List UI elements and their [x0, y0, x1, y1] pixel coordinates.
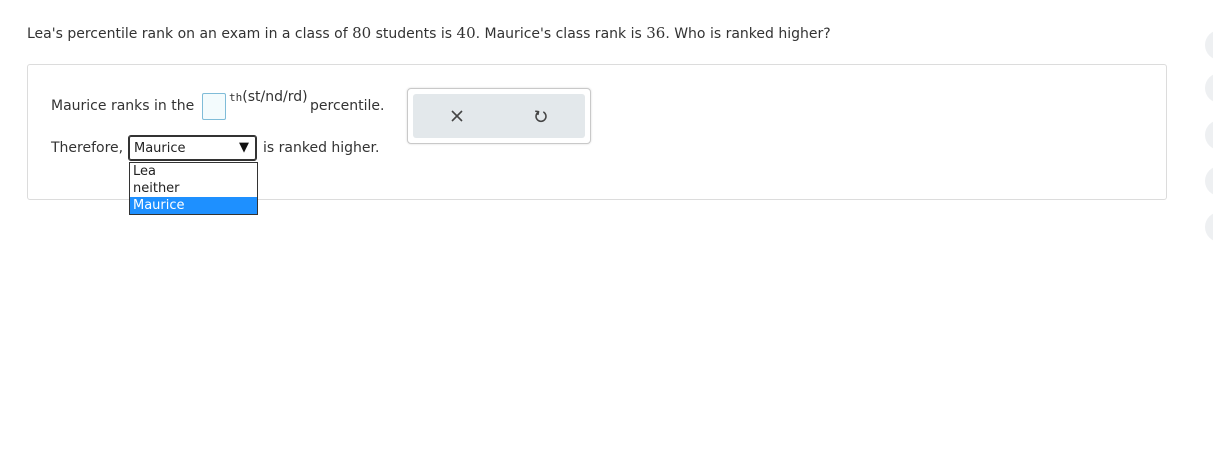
ranked-higher-label: is ranked higher.: [263, 140, 380, 156]
therefore-label: Therefore,: [51, 140, 124, 156]
ordinal-suffix: th(st/nd/rd): [229, 89, 308, 105]
question-part4: . Who is ranked higher?: [665, 26, 831, 42]
side-tab-4[interactable]: [1205, 166, 1213, 196]
select-dropdown-list: Lea neither Maurice: [129, 162, 258, 215]
answer-tools-panel: [407, 88, 591, 144]
ordinal-options-hint: (st/nd/rd): [242, 89, 308, 105]
ranked-higher-select[interactable]: Maurice ▼: [128, 135, 257, 161]
percentile-word-label: percentile.: [310, 98, 385, 114]
percentile-input[interactable]: [202, 93, 226, 120]
undo-icon: [535, 110, 547, 123]
question-number-percentile: 40: [456, 24, 476, 42]
side-tab-5[interactable]: [1205, 212, 1213, 242]
clear-button[interactable]: [446, 105, 468, 127]
undo-button[interactable]: [530, 105, 552, 127]
question-number-class-size: 80: [352, 24, 372, 42]
question-text: Lea's percentile rank on an exam in a cl…: [27, 24, 831, 42]
dropdown-option-maurice[interactable]: Maurice: [130, 197, 257, 214]
question-part2: students is: [371, 26, 457, 42]
side-tab-1[interactable]: [1205, 30, 1213, 60]
select-current-value: Maurice: [134, 141, 186, 156]
page: Lea's percentile rank on an exam in a cl…: [0, 0, 1213, 450]
dropdown-option-neither[interactable]: neither: [130, 180, 257, 197]
side-tab-2[interactable]: [1205, 73, 1213, 103]
question-part3: . Maurice's class rank is: [475, 26, 647, 42]
dropdown-option-lea[interactable]: Lea: [130, 163, 257, 180]
side-tab-3[interactable]: [1205, 120, 1213, 150]
chevron-down-icon: ▼: [239, 140, 249, 155]
ordinal-th: th: [229, 91, 243, 104]
x-icon: [451, 110, 463, 122]
question-number-class-rank: 36: [646, 24, 666, 42]
answer-tools-bar: [413, 94, 585, 138]
question-part1: Lea's percentile rank on an exam in a cl…: [27, 26, 353, 42]
percentile-prompt-label: Maurice ranks in the: [51, 98, 195, 114]
